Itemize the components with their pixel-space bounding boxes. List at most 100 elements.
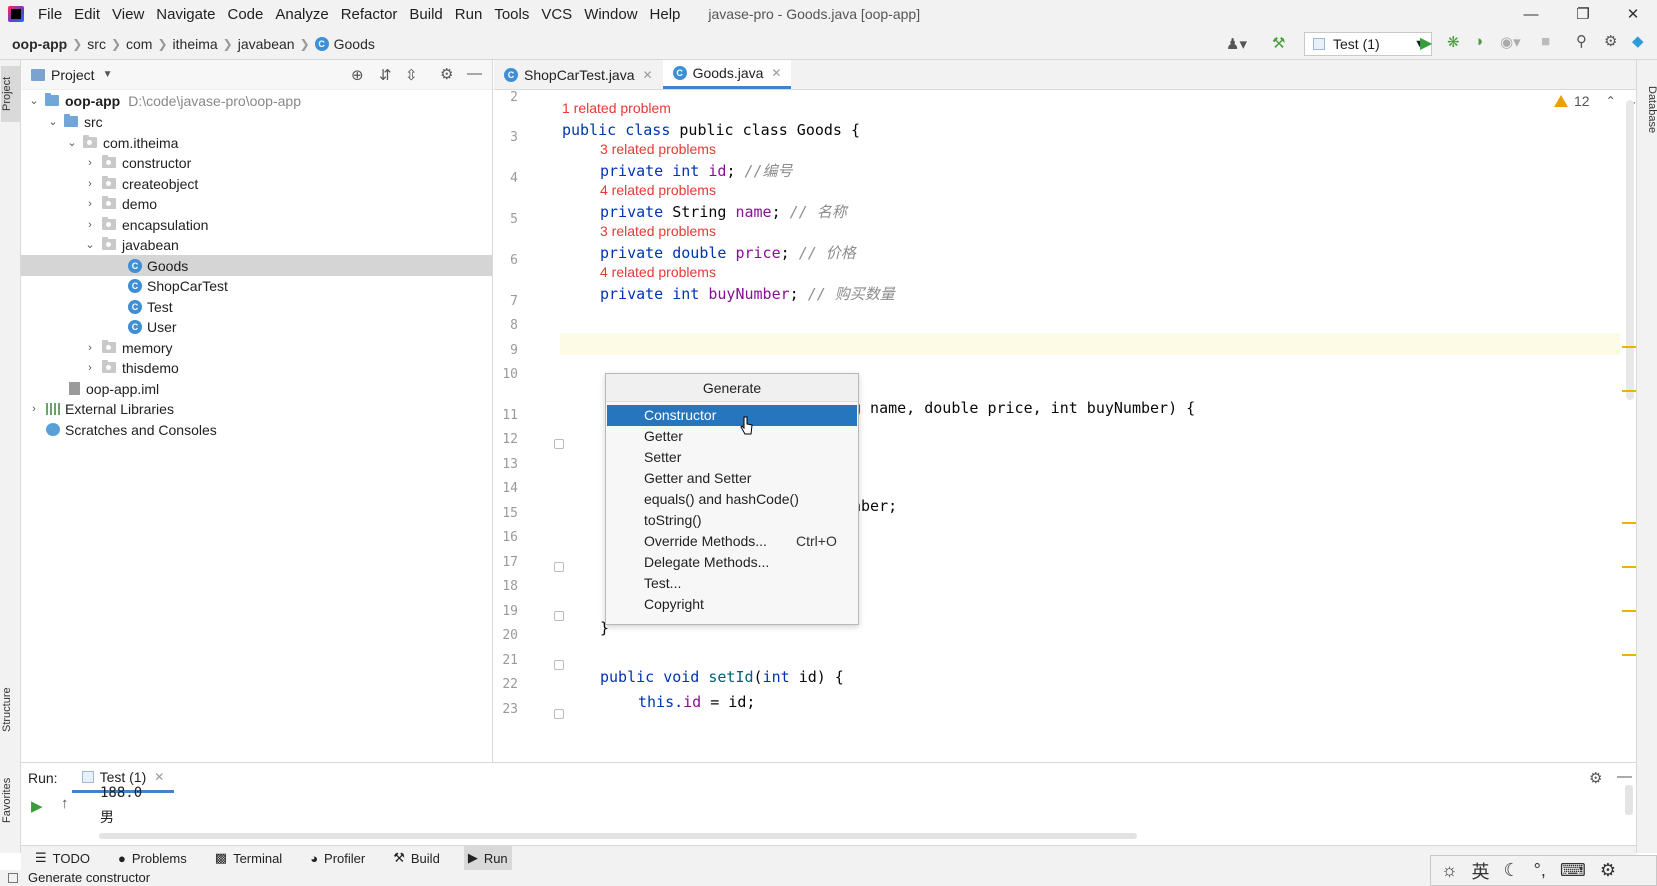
tree-item-src[interactable]: ⌄ src bbox=[21, 111, 492, 132]
related-problems-hint[interactable]: 1 related problem bbox=[562, 100, 671, 116]
keyboard-icon[interactable]: ⌨ bbox=[1560, 860, 1586, 881]
minimize-icon[interactable]: — bbox=[1508, 0, 1554, 28]
tool-tab-problems[interactable]: ● Problems bbox=[114, 846, 191, 871]
tree-item-memory[interactable]: › memory bbox=[21, 337, 492, 358]
coverage-icon[interactable]: ◑ bbox=[1474, 33, 1483, 50]
menu-refactor[interactable]: Refactor bbox=[335, 6, 404, 23]
gear-icon[interactable]: ⚙ bbox=[1589, 769, 1602, 787]
popup-item-test[interactable]: Test... bbox=[607, 573, 857, 594]
tool-tab-structure[interactable]: Structure bbox=[1, 670, 21, 750]
tree-item-javabean[interactable]: ⌄ javabean bbox=[21, 234, 492, 255]
close-icon[interactable]: ✕ bbox=[1610, 0, 1656, 28]
warning-mark[interactable] bbox=[1622, 610, 1636, 612]
locate-icon[interactable]: ⊕ bbox=[351, 66, 364, 84]
scroll-up-icon[interactable]: ↑ bbox=[61, 795, 69, 812]
popup-item-copyright[interactable]: Copyright bbox=[607, 594, 857, 615]
menu-tools[interactable]: Tools bbox=[488, 6, 535, 23]
tree-item-createobject[interactable]: › createobject bbox=[21, 173, 492, 194]
stop-icon[interactable]: ■ bbox=[1541, 33, 1550, 50]
menu-code[interactable]: Code bbox=[221, 6, 269, 23]
related-problems-hint[interactable]: 4 related problems bbox=[600, 264, 716, 280]
warning-mark[interactable] bbox=[1622, 390, 1636, 392]
popup-item-tostring[interactable]: toString() bbox=[607, 510, 857, 531]
breadcrumb-project[interactable]: oop-app bbox=[12, 36, 67, 52]
related-problems-hint[interactable]: 4 related problems bbox=[600, 182, 716, 198]
ime-punctuation-icon[interactable]: °, bbox=[1534, 860, 1546, 881]
tree-item-scratches[interactable]: Scratches and Consoles bbox=[21, 419, 492, 440]
tree-item-thisdemo[interactable]: › thisdemo bbox=[21, 357, 492, 378]
tree-item-external-libraries[interactable]: › External Libraries bbox=[21, 398, 492, 419]
jetbrains-toolbox-icon[interactable]: ◆ bbox=[1632, 32, 1644, 50]
warning-mark[interactable] bbox=[1622, 566, 1636, 568]
breadcrumb-javabean[interactable]: javabean bbox=[238, 36, 295, 52]
tree-item-test[interactable]: C Test bbox=[21, 296, 492, 317]
ime-moon-icon[interactable]: ☾ bbox=[1504, 860, 1520, 881]
ime-language[interactable]: 英 bbox=[1472, 858, 1490, 884]
run-config-select[interactable]: Test (1) ▼ bbox=[1304, 32, 1432, 56]
tree-item-goods[interactable]: C Goods bbox=[21, 255, 492, 276]
breadcrumb-itheima[interactable]: itheima bbox=[173, 36, 218, 52]
debug-icon[interactable]: ❋ bbox=[1447, 33, 1460, 51]
tool-tab-profiler[interactable]: ◕ Profiler bbox=[306, 846, 369, 871]
build-hammer-icon[interactable]: ⚒ bbox=[1272, 34, 1285, 52]
popup-item-equals-hashcode[interactable]: equals() and hashCode() bbox=[607, 489, 857, 510]
chevron-down-icon[interactable]: ▼ bbox=[103, 69, 113, 80]
menu-run[interactable]: Run bbox=[449, 6, 489, 23]
warning-mark[interactable] bbox=[1622, 346, 1636, 348]
warning-mark[interactable] bbox=[1622, 654, 1636, 656]
tree-item-iml[interactable]: oop-app.iml bbox=[21, 378, 492, 399]
expand-all-icon[interactable]: ⇵ bbox=[379, 66, 392, 84]
menu-window[interactable]: Window bbox=[578, 6, 643, 23]
hide-panel-icon[interactable]: — bbox=[467, 65, 482, 82]
popup-item-setter[interactable]: Setter bbox=[607, 447, 857, 468]
menu-build[interactable]: Build bbox=[403, 6, 448, 23]
search-icon[interactable]: ⚲ bbox=[1576, 32, 1587, 50]
run-icon[interactable]: ▶ bbox=[1420, 33, 1432, 53]
popup-item-override[interactable]: Override Methods... Ctrl+O bbox=[607, 531, 857, 552]
console-vscrollbar[interactable] bbox=[1625, 785, 1633, 815]
popup-item-constructor[interactable]: Constructor bbox=[607, 405, 857, 426]
ime-logo-icon[interactable]: ☼ bbox=[1441, 860, 1458, 881]
menu-edit[interactable]: Edit bbox=[68, 6, 106, 23]
tree-root[interactable]: ⌄ oop-app D:\code\javase-pro\oop-app bbox=[21, 90, 492, 111]
related-problems-hint[interactable]: 3 related problems bbox=[600, 141, 716, 157]
gear-icon[interactable]: ⚙ bbox=[440, 65, 453, 83]
tool-tab-project[interactable]: Project bbox=[1, 66, 21, 122]
warning-mark[interactable] bbox=[1622, 522, 1636, 524]
rerun-icon[interactable]: ▶ bbox=[31, 797, 43, 815]
popup-item-getter[interactable]: Getter bbox=[607, 426, 857, 447]
related-problems-hint[interactable]: 3 related problems bbox=[600, 223, 716, 239]
tree-item-shopcartest[interactable]: C ShopCarTest bbox=[21, 275, 492, 296]
ime-settings-icon[interactable]: ⚙ bbox=[1600, 860, 1616, 881]
popup-item-delegate[interactable]: Delegate Methods... bbox=[607, 552, 857, 573]
hide-panel-icon[interactable]: — bbox=[1617, 768, 1632, 785]
menu-view[interactable]: View bbox=[106, 6, 150, 23]
breadcrumb-src[interactable]: src bbox=[87, 36, 106, 52]
tab-goods[interactable]: C Goods.java ✕ bbox=[662, 60, 792, 89]
tool-tab-build[interactable]: ⚒ Build bbox=[389, 846, 444, 871]
settings-gear-icon[interactable]: ⚙ bbox=[1604, 32, 1617, 50]
tab-shopcartest[interactable]: C ShopCarTest.java ✕ bbox=[494, 60, 663, 89]
tool-tab-database[interactable]: Database bbox=[1638, 70, 1657, 150]
close-tab-icon[interactable]: ✕ bbox=[154, 770, 164, 784]
user-icon[interactable]: ♟▾ bbox=[1226, 35, 1247, 53]
editor-scrollbar[interactable] bbox=[1626, 100, 1634, 400]
project-panel-title[interactable]: Project bbox=[51, 67, 95, 83]
popup-item-getter-setter[interactable]: Getter and Setter bbox=[607, 468, 857, 489]
profile-icon[interactable]: ◉▾ bbox=[1500, 33, 1521, 51]
tool-tab-run[interactable]: ▶ Run bbox=[463, 845, 512, 871]
tool-tab-todo[interactable]: ☰ TODO bbox=[31, 846, 94, 871]
chevron-up-icon[interactable]: ⌃ bbox=[1606, 94, 1616, 108]
menu-vcs[interactable]: VCS bbox=[535, 6, 578, 23]
breadcrumb-com[interactable]: com bbox=[126, 36, 152, 52]
restore-icon[interactable]: ❐ bbox=[1560, 0, 1606, 28]
collapse-all-icon[interactable]: ⇳ bbox=[405, 66, 418, 84]
status-toggle-icon[interactable] bbox=[8, 873, 18, 883]
tree-item-user[interactable]: C User bbox=[21, 316, 492, 337]
tree-item-encapsulation[interactable]: › encapsulation bbox=[21, 214, 492, 235]
close-tab-icon[interactable]: ✕ bbox=[643, 68, 653, 82]
menu-help[interactable]: Help bbox=[644, 6, 687, 23]
menu-analyze[interactable]: Analyze bbox=[269, 6, 334, 23]
close-tab-icon[interactable]: ✕ bbox=[771, 66, 781, 80]
tree-item-package[interactable]: ⌄ com.itheima bbox=[21, 132, 492, 153]
